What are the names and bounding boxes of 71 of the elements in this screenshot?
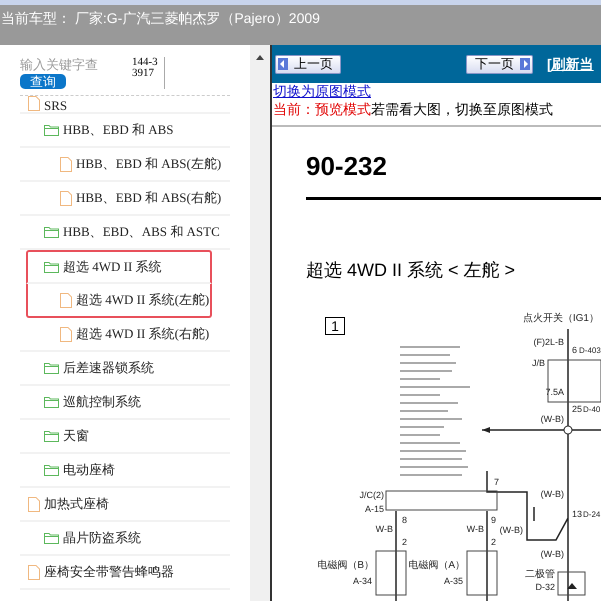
folder-icon xyxy=(44,430,59,442)
diagram-label: (W-B) xyxy=(540,489,564,499)
refresh-link[interactable]: [刷新当 xyxy=(547,54,594,74)
scroll-up-icon[interactable] xyxy=(256,55,264,60)
diagram-label: 6 xyxy=(572,345,578,355)
diagram-label: 13 xyxy=(572,509,582,519)
diagram-label: D-403 xyxy=(579,346,601,355)
page-number: 90-232 xyxy=(306,151,387,181)
diagram-label: A-35 xyxy=(444,576,463,586)
diagram-label: (F)2L-B xyxy=(533,337,564,347)
diagram-label: W-B xyxy=(466,524,484,534)
diagram-label: (W-B) xyxy=(540,549,564,559)
diagram-label: 点火开关（IG1） xyxy=(522,313,599,324)
part-code: 144-33917 xyxy=(132,57,159,79)
diagram-label: 8 xyxy=(402,515,408,525)
diagram-label: A-34 xyxy=(352,576,372,586)
file-icon xyxy=(60,292,72,308)
diagram-label: D-40 xyxy=(583,405,600,414)
search-button[interactable]: 查询 xyxy=(20,74,66,89)
diagram-label: 2 xyxy=(402,537,408,547)
diagram-label: D-24 xyxy=(583,510,600,519)
next-page-button[interactable]: 下一页 xyxy=(466,54,533,74)
diagram-label: W-B xyxy=(376,524,393,534)
folder-icon xyxy=(44,124,59,136)
diagram-label: (W-B) xyxy=(540,414,564,424)
folder-icon xyxy=(44,261,59,273)
tree-item[interactable]: 座椅安全带警告蜂鸣器 xyxy=(20,556,230,590)
tree-item[interactable]: HBB、EBD 和 ABS(右舵) xyxy=(20,182,230,216)
document-title: 超选 4WD II 系统 < 左舵 > xyxy=(306,259,516,281)
tree-item[interactable]: 后差速器锁系统 xyxy=(20,352,230,386)
diagram-label: 电磁阀（A） xyxy=(408,560,465,571)
folder-icon xyxy=(44,464,59,476)
diagram-label: J/B xyxy=(532,358,545,368)
file-icon xyxy=(28,96,40,111)
file-icon xyxy=(60,326,72,342)
diagram-label: A-15 xyxy=(364,504,384,514)
tree-item[interactable]: SRS xyxy=(20,96,230,114)
folder-icon xyxy=(44,396,59,408)
tree-item[interactable]: HBB、EBD、ABS 和 ASTC xyxy=(20,216,230,250)
original-mode-link[interactable]: 切换为原图模式 xyxy=(272,83,371,99)
diagram-label: 7 xyxy=(494,477,500,487)
tree-item[interactable]: 晶片防盗系统 xyxy=(20,522,230,556)
tree-item[interactable]: 天窗 xyxy=(20,420,230,454)
diagram-label: 2 xyxy=(491,537,496,547)
tree-item[interactable]: 巡航控制系统 xyxy=(20,386,230,420)
tree-item[interactable]: 超选 4WD II 系统 xyxy=(26,250,212,284)
diagram-label: (W-B) xyxy=(500,525,523,535)
window-title: 当前车型： 厂家:G-广汽三菱帕杰罗（Pajero）2009 xyxy=(0,9,321,27)
file-icon xyxy=(28,496,40,512)
diagram-label: 9 xyxy=(491,515,496,525)
tree-item[interactable]: 超选 4WD II 系统(左舵) xyxy=(26,284,212,318)
previous-page-button[interactable]: 上一页 xyxy=(275,54,341,74)
tree-item[interactable]: HBB、EBD 和 ABS(左舵) xyxy=(20,148,230,182)
file-icon xyxy=(60,190,72,206)
tree-item[interactable]: 电动座椅 xyxy=(20,454,230,488)
diagram-label: 25 xyxy=(572,404,582,414)
mode-notice: 当前：预览模式若需看大图，切换至原图模式 xyxy=(272,100,554,119)
folder-icon xyxy=(44,532,59,544)
file-icon xyxy=(60,156,72,172)
tree-item[interactable]: 加热式座椅 xyxy=(20,488,230,522)
tree-item[interactable]: HBB、EBD 和 ABS xyxy=(20,114,230,148)
diagram-label: 电磁阀（B） xyxy=(317,560,374,571)
folder-icon xyxy=(44,362,59,374)
diagram-label: 二极管 xyxy=(525,569,555,580)
tree-item[interactable]: 超选 4WD II 系统(右舵) xyxy=(20,318,230,352)
section-number: 1 xyxy=(325,317,345,335)
folder-icon xyxy=(44,226,59,238)
diagram-label: D-32 xyxy=(535,582,555,592)
file-icon xyxy=(28,564,40,580)
diagram-label: J/C(2) xyxy=(360,490,384,500)
search-field[interactable]: 输入关键字查 xyxy=(20,57,130,73)
